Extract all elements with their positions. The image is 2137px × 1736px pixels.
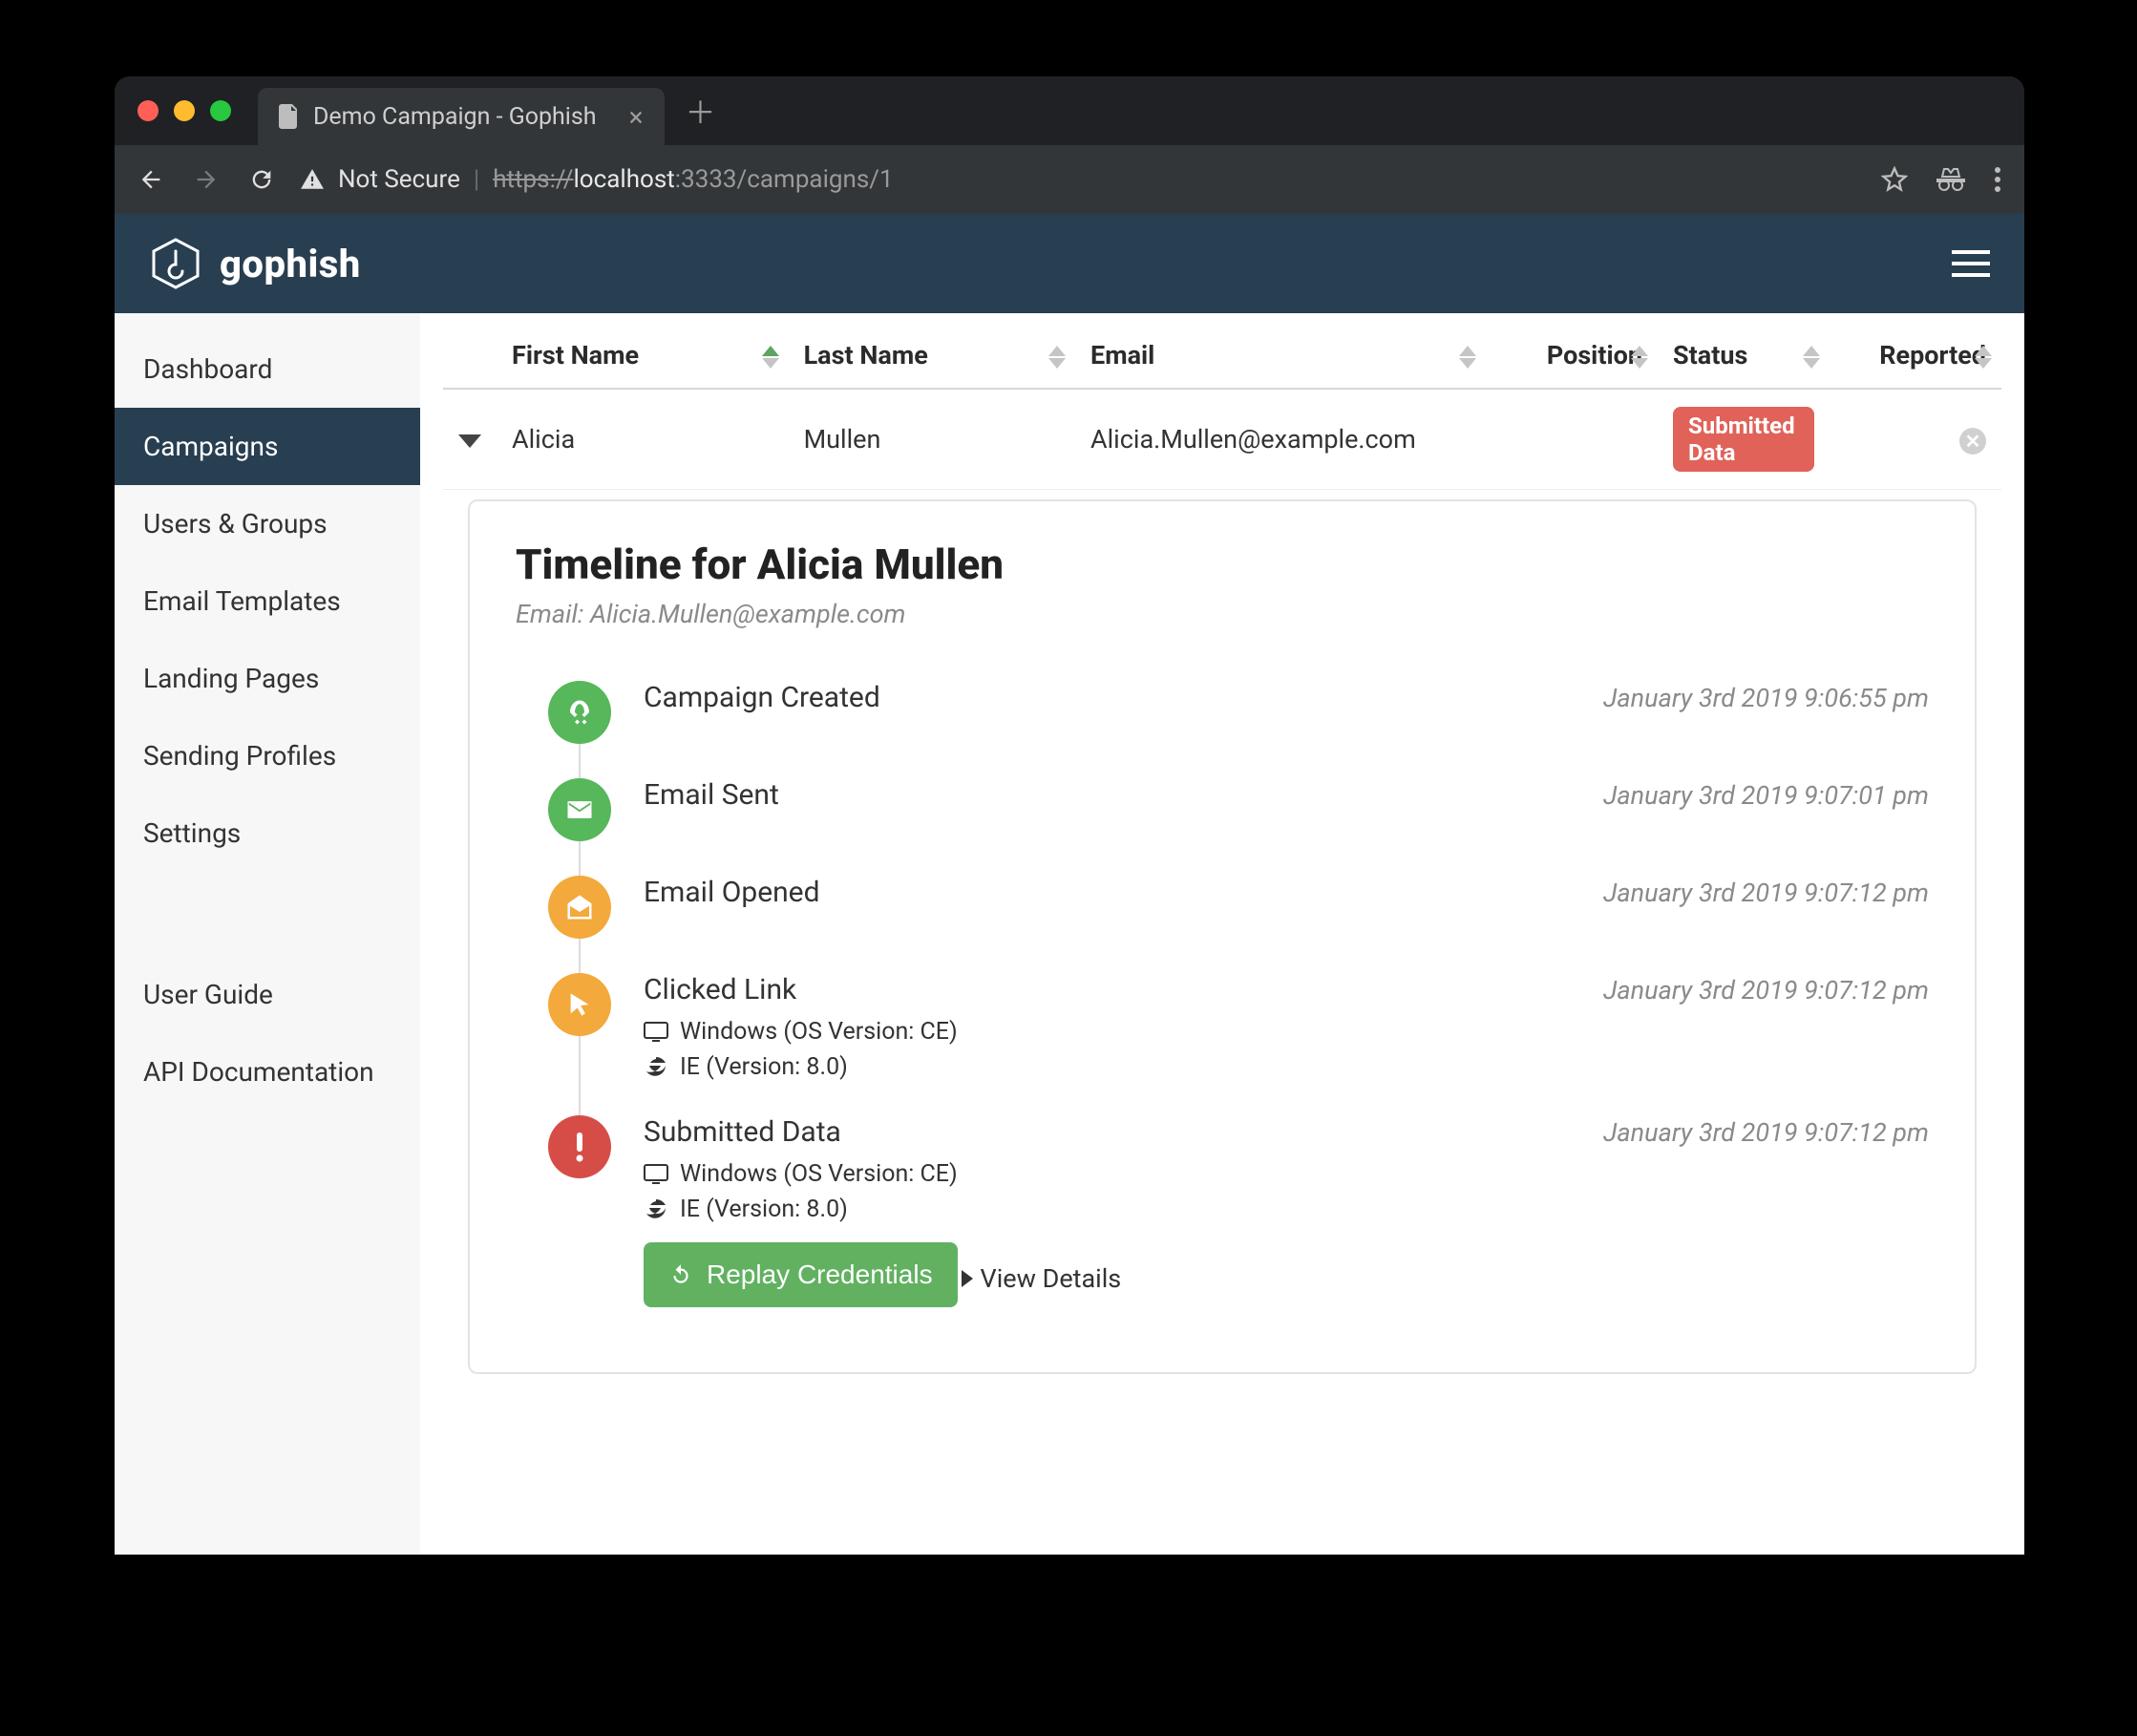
main-content: First Name Last Name Email Position Stat… — [420, 313, 2024, 1555]
close-tab-icon[interactable]: × — [629, 101, 644, 133]
browser-window: Demo Campaign - Gophish × ＋ Not Secure |… — [115, 76, 2024, 1555]
envelope-icon — [548, 778, 611, 841]
forward-button[interactable] — [193, 166, 220, 193]
cell-last-name: Mullen — [789, 389, 1075, 490]
event-time: January 3rd 2019 9:07:12 pm — [1603, 975, 1929, 1006]
timeline-event: Campaign Created January 3rd 2019 9:06:5… — [516, 664, 1929, 761]
panel-subtitle: Email: Alicia.Mullen@example.com — [516, 599, 1929, 629]
cell-first-name: Alicia — [497, 389, 789, 490]
security-label: Not Secure — [338, 165, 460, 194]
sidebar-item-dashboard[interactable]: Dashboard — [115, 330, 420, 408]
results-table: First Name Last Name Email Position Stat… — [443, 327, 2001, 490]
delete-row-icon[interactable]: ✕ — [1959, 428, 1986, 455]
cell-email: Alicia.Mullen@example.com — [1075, 389, 1486, 490]
replay-credentials-button[interactable]: Replay Credentials — [644, 1242, 958, 1307]
event-browser: IE (Version: 8.0) — [680, 1053, 848, 1081]
col-last-name[interactable]: Last Name — [789, 327, 1075, 389]
desktop-icon — [644, 1164, 668, 1185]
event-title: Clicked Link — [644, 973, 796, 1006]
browser-address-bar: Not Secure | https://localhost:3333/camp… — [115, 145, 2024, 214]
pointer-icon — [548, 973, 611, 1036]
event-time: January 3rd 2019 9:07:12 pm — [1603, 878, 1929, 908]
url-box[interactable]: Not Secure | https://localhost:3333/camp… — [300, 165, 1856, 194]
col-first-name[interactable]: First Name — [497, 327, 789, 389]
incognito-icon[interactable] — [1936, 167, 1965, 192]
panel-title: Timeline for Alicia Mullen — [516, 540, 1929, 589]
browser-tabbar: Demo Campaign - Gophish × ＋ — [115, 76, 2024, 145]
timeline-event: Clicked Link January 3rd 2019 9:07:12 pm… — [516, 956, 1929, 1098]
desktop-icon — [644, 1022, 668, 1043]
rocket-icon — [548, 681, 611, 744]
sidebar-item-email-templates[interactable]: Email Templates — [115, 562, 420, 640]
browser-ie-icon — [644, 1055, 668, 1080]
col-position[interactable]: Position — [1486, 327, 1658, 389]
event-title: Campaign Created — [644, 681, 880, 714]
maximize-window-button[interactable] — [210, 100, 231, 121]
warning-icon — [300, 167, 325, 192]
event-time: January 3rd 2019 9:06:55 pm — [1603, 683, 1929, 713]
event-os: Windows (OS Version: CE) — [680, 1018, 958, 1046]
timeline-panel: Timeline for Alicia Mullen Email: Alicia… — [468, 499, 1977, 1374]
sidebar-item-campaigns[interactable]: Campaigns — [115, 408, 420, 485]
kebab-menu-icon[interactable] — [1994, 166, 2001, 193]
sidebar-item-users-groups[interactable]: Users & Groups — [115, 485, 420, 562]
expand-row-icon[interactable] — [458, 434, 481, 448]
timeline: Campaign Created January 3rd 2019 9:06:5… — [516, 664, 1929, 1324]
event-title: Email Sent — [644, 778, 779, 812]
event-title: Email Opened — [644, 876, 820, 909]
col-reported[interactable]: Reported — [1830, 327, 2001, 389]
sidebar-item-landing-pages[interactable]: Landing Pages — [115, 640, 420, 717]
event-browser: IE (Version: 8.0) — [680, 1196, 848, 1223]
browser-ie-icon — [644, 1197, 668, 1222]
event-time: January 3rd 2019 9:07:12 pm — [1603, 1117, 1929, 1148]
url-text: https://localhost:3333/campaigns/1 — [493, 165, 893, 194]
sidebar-item-user-guide[interactable]: User Guide — [115, 956, 420, 1033]
timeline-event: Email Opened January 3rd 2019 9:07:12 pm — [516, 858, 1929, 956]
caret-right-icon — [962, 1270, 973, 1287]
event-title: Submitted Data — [644, 1115, 841, 1149]
view-details-toggle[interactable]: View Details — [962, 1263, 1122, 1294]
event-time: January 3rd 2019 9:07:01 pm — [1603, 780, 1929, 811]
minimize-window-button[interactable] — [174, 100, 195, 121]
sidebar-item-api-docs[interactable]: API Documentation — [115, 1033, 420, 1111]
tab-title: Demo Campaign - Gophish — [313, 103, 597, 131]
logo[interactable]: gophish — [149, 237, 361, 290]
close-window-button[interactable] — [138, 100, 159, 121]
sidebar-item-sending-profiles[interactable]: Sending Profiles — [115, 717, 420, 794]
sidebar-item-settings[interactable]: Settings — [115, 794, 420, 872]
col-email[interactable]: Email — [1075, 327, 1486, 389]
brand-text: gophish — [220, 242, 361, 286]
col-status[interactable]: Status — [1658, 327, 1830, 389]
star-icon[interactable] — [1881, 166, 1908, 193]
cell-position — [1486, 389, 1658, 490]
back-button[interactable] — [138, 166, 164, 193]
app-header: gophish — [115, 214, 2024, 313]
sidebar: Dashboard Campaigns Users & Groups Email… — [115, 313, 420, 1555]
timeline-event: Submitted Data January 3rd 2019 9:07:12 … — [516, 1098, 1929, 1324]
timeline-event: Email Sent January 3rd 2019 9:07:01 pm — [516, 761, 1929, 858]
event-os: Windows (OS Version: CE) — [680, 1160, 958, 1188]
envelope-open-icon — [548, 876, 611, 939]
browser-tab[interactable]: Demo Campaign - Gophish × — [258, 88, 665, 145]
page-icon — [279, 104, 300, 129]
exclaim-icon — [548, 1115, 611, 1178]
status-badge: Submitted Data — [1673, 407, 1814, 472]
menu-button[interactable] — [1952, 250, 1990, 277]
logo-icon — [149, 237, 202, 290]
table-row[interactable]: Alicia Mullen Alicia.Mullen@example.com … — [443, 389, 2001, 490]
new-tab-button[interactable]: ＋ — [686, 89, 716, 133]
window-controls — [138, 100, 231, 121]
reload-button[interactable] — [248, 166, 275, 193]
refresh-icon — [668, 1262, 693, 1287]
